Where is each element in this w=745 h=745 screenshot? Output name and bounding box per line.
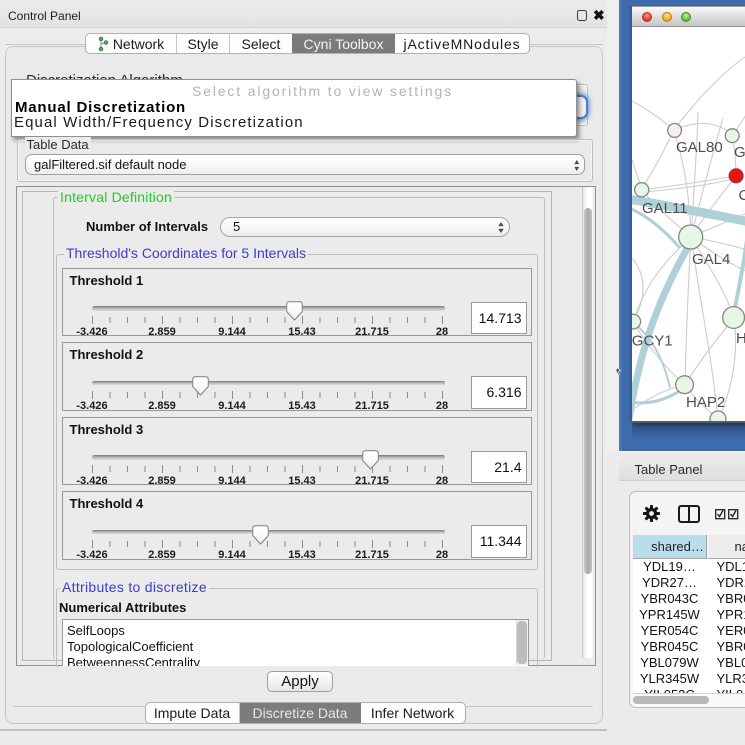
svg-text:GAL80: GAL80: [676, 139, 723, 156]
svg-text:HAP2: HAP2: [686, 394, 725, 411]
svg-text:G.: G.: [734, 144, 745, 161]
svg-text:GCY1: GCY1: [632, 333, 673, 350]
svg-text:H: H: [736, 330, 745, 347]
svg-text:C: C: [739, 187, 745, 204]
svg-text:GAL11: GAL11: [642, 200, 688, 217]
svg-text:GAL4: GAL4: [692, 251, 730, 268]
